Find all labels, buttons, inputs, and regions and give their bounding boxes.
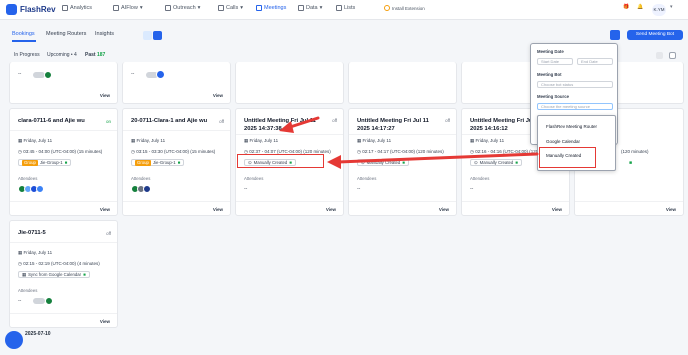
arrow-head	[327, 155, 341, 169]
arrow-to-source	[336, 152, 539, 164]
arrow-head	[279, 121, 294, 133]
annotation-arrows	[279, 116, 539, 169]
